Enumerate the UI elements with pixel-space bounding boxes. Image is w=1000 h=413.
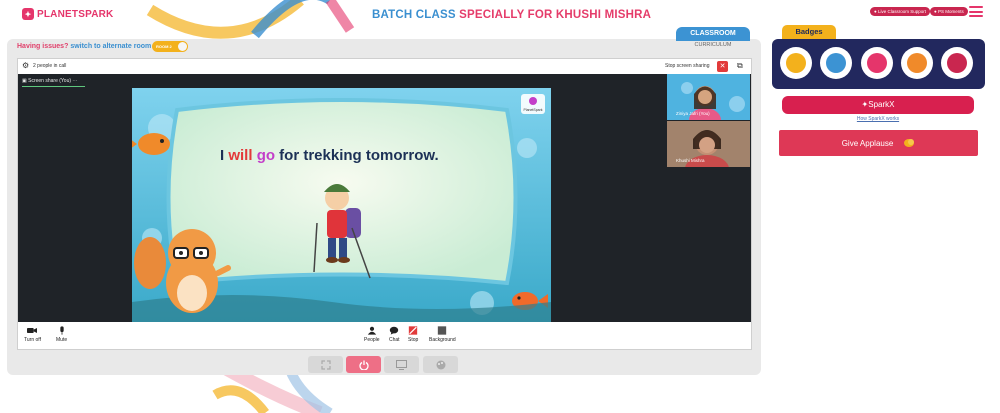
microphone-icon <box>59 326 64 335</box>
turn-off-camera-button[interactable]: Turn off <box>24 326 41 343</box>
background-icon <box>438 326 447 335</box>
people-in-call-count: 2 people in call <box>33 63 67 69</box>
logo-icon: ✦ <box>22 8 34 20</box>
participant-tile[interactable]: Ziniya Jafri (You) <box>667 74 750 120</box>
shared-slide: PlanetSpark I will go for trekking tomor… <box>132 88 551 322</box>
participant-name: Ziniya Jafri (You) <box>676 111 710 116</box>
people-button[interactable]: People <box>364 326 380 343</box>
people-icon <box>367 326 376 335</box>
stop-share-icon <box>408 326 418 335</box>
badge-icon[interactable] <box>780 47 812 79</box>
screen-share-label: ▣ Screen share (You) ⋯ <box>22 78 78 84</box>
badge-icon[interactable] <box>941 47 973 79</box>
slide-logo-text: PlanetSpark <box>523 108 542 112</box>
stop-sharing-button[interactable]: ✕ <box>717 61 728 72</box>
fullscreen-button[interactable] <box>308 356 343 373</box>
background-button[interactable]: Background <box>429 326 456 343</box>
gear-icon[interactable]: ⚙ <box>22 62 29 70</box>
participant-name: Khushi Mishra <box>676 158 705 163</box>
slide-sentence: I will go for trekking tomorrow. <box>220 147 439 164</box>
tab-classroom[interactable]: CLASSROOM <box>676 27 750 41</box>
logo-text: PLANETSPARK <box>37 8 114 20</box>
clap-icon <box>904 139 915 147</box>
screen-icon <box>396 359 407 370</box>
mute-button[interactable]: Mute <box>56 326 67 343</box>
badge-icon[interactable] <box>861 47 893 79</box>
switch-room-link[interactable]: switch to alternate room <box>70 43 151 50</box>
stop-sharing-label: Stop screen sharing <box>665 63 710 69</box>
how-sparkx-link[interactable]: How SparkX works <box>782 116 974 122</box>
picture-in-picture-icon[interactable]: ⧉ <box>737 62 743 70</box>
planetspark-logo[interactable]: ✦ PLANETSPARK <box>22 8 113 20</box>
slide-illustration: PlanetSpark <box>132 88 551 322</box>
give-applause-button[interactable]: Give Applause <box>779 130 978 156</box>
live-support-button[interactable]: ● Live Classroom Support <box>870 7 930 16</box>
palette-icon <box>436 360 445 369</box>
screen-share-underline <box>22 86 85 87</box>
room-toggle[interactable]: ROOM 2 <box>152 41 188 52</box>
badges-panel <box>772 39 985 89</box>
video-area: ▣ Screen share (You) ⋯ PlanetSpark I wil… <box>18 74 751 322</box>
fullscreen-icon <box>320 359 331 370</box>
badges-tab[interactable]: Badges <box>782 25 836 39</box>
participant-tile[interactable]: Khushi Mishra <box>667 121 750 167</box>
end-class-button[interactable] <box>346 356 381 373</box>
badge-icon[interactable] <box>901 47 933 79</box>
badge-icon[interactable] <box>820 47 852 79</box>
call-controls-bar: Turn off Mute People Chat Stop Backgroun… <box>18 322 751 349</box>
sparkx-button[interactable]: ✦SparkX <box>782 96 974 114</box>
ps-moments-button[interactable]: ● PS Moments <box>930 7 968 16</box>
video-call-window: ⚙ 2 people in call Stop screen sharing ✕… <box>17 58 752 350</box>
camera-icon <box>27 328 38 333</box>
hamburger-menu-icon[interactable] <box>969 6 983 17</box>
call-top-bar: ⚙ 2 people in call Stop screen sharing ✕… <box>18 59 751 74</box>
chat-button[interactable]: Chat <box>389 326 400 343</box>
tab-curriculum[interactable]: CURRICULUM <box>676 41 750 50</box>
page-title: BATCH CLASS SPECIALLY FOR KHUSHI MISHRA <box>372 9 652 21</box>
power-icon <box>358 360 369 370</box>
stop-share-button[interactable]: Stop <box>408 326 418 343</box>
palette-button[interactable] <box>423 356 458 373</box>
issues-banner: Having issues? switch to alternate room <box>17 43 152 50</box>
whiteboard-button[interactable] <box>384 356 419 373</box>
chat-icon <box>390 326 399 335</box>
